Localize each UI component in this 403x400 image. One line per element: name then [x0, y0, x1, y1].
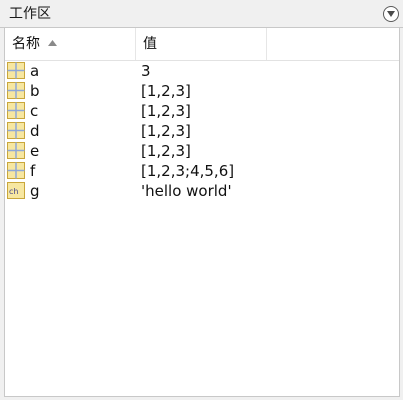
variable-value: [1,2,3] [141, 102, 191, 120]
variable-value: [1,2,3;4,5,6] [141, 162, 235, 180]
variable-value: 3 [141, 62, 151, 80]
table-row[interactable]: b [1,2,3] [5, 81, 399, 101]
table-row[interactable]: c [1,2,3] [5, 101, 399, 121]
panel-titlebar: 工作区 [0, 0, 403, 28]
column-header-value[interactable]: 值 [136, 28, 267, 60]
matrix-icon [7, 62, 25, 79]
column-header-name[interactable]: 名称 [5, 28, 136, 60]
column-header-value-label: 值 [143, 36, 157, 52]
table-row[interactable]: f [1,2,3;4,5,6] [5, 161, 399, 181]
variable-name: f [30, 162, 36, 180]
svg-text:ch: ch [9, 187, 18, 196]
variable-name: c [30, 102, 39, 120]
table-row[interactable]: ch g 'hello world' [5, 181, 399, 201]
table-row[interactable]: e [1,2,3] [5, 141, 399, 161]
matrix-icon [7, 122, 25, 139]
table-header: 名称 值 [5, 28, 399, 61]
variable-name: a [30, 62, 40, 80]
variable-name: g [30, 182, 40, 200]
matrix-icon [7, 102, 25, 119]
variable-value: [1,2,3] [141, 122, 191, 140]
variable-value: 'hello world' [141, 182, 232, 200]
matrix-icon [7, 142, 25, 159]
char-array-icon: ch [7, 182, 25, 199]
panel-actions-button[interactable] [383, 6, 399, 22]
column-header-empty[interactable] [267, 28, 399, 60]
table-row[interactable]: d [1,2,3] [5, 121, 399, 141]
panel-title: 工作区 [9, 6, 51, 22]
variable-value: [1,2,3] [141, 82, 191, 100]
variable-value: [1,2,3] [141, 142, 191, 160]
matrix-icon [7, 162, 25, 179]
table-row[interactable]: a3 [5, 61, 399, 81]
variable-name: d [30, 122, 40, 140]
sort-ascending-icon [48, 26, 58, 58]
variables-table[interactable]: 名称 值 a 3 b [1,2,3] c [1,2,3] d [1,2,3] e [1,2,3] f… [4, 28, 400, 397]
matrix-icon [7, 82, 25, 99]
chevron-down-icon [387, 11, 395, 17]
workspace-panel: 工作区 名称 值 a 3 b [1,2,3] c [1,2,3] d [1,2,3] e [1,2… [0, 0, 403, 400]
column-header-name-label: 名称 [12, 36, 40, 52]
variable-name: b [30, 82, 40, 100]
variable-name: e [30, 142, 40, 160]
